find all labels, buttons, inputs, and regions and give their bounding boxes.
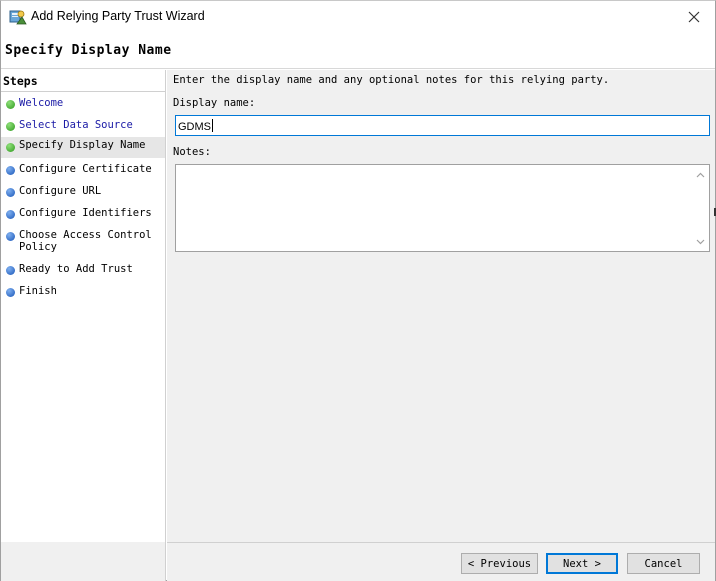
step-label: Specify Display Name [19, 139, 146, 151]
button-bar: < Previous Next > Cancel [167, 542, 715, 581]
notes-label: Notes: [173, 146, 211, 158]
scroll-down-icon[interactable] [696, 237, 705, 246]
instructions-text: Enter the display name and any optional … [173, 74, 610, 86]
step-complete-icon [6, 122, 15, 131]
step-current-icon [6, 143, 15, 152]
title-bar: Add Relying Party Trust Wizard [1, 1, 715, 33]
scroll-up-icon[interactable] [696, 170, 705, 179]
display-name-input[interactable]: GDMS [175, 115, 710, 136]
next-button[interactable]: Next > [546, 553, 618, 574]
step-label: Configure URL [19, 185, 102, 197]
window-title: Add Relying Party Trust Wizard [31, 9, 205, 23]
close-icon [688, 8, 700, 27]
step-pending-icon [6, 232, 15, 241]
steps-pane-footer [1, 542, 166, 581]
steps-heading: Steps [3, 74, 38, 88]
display-name-label: Display name: [173, 97, 256, 109]
notes-scrollbar[interactable] [692, 165, 709, 251]
step-ready-to-add-trust: Ready to Add Trust [1, 263, 165, 275]
step-finish: Finish [1, 285, 165, 297]
page-header: Specify Display Name [1, 33, 715, 69]
display-name-value: GDMS [178, 121, 211, 133]
notes-textarea[interactable] [175, 164, 710, 252]
step-pending-icon [6, 288, 15, 297]
step-configure-certificate: Configure Certificate [1, 163, 165, 175]
step-label: Finish [19, 285, 57, 297]
close-button[interactable] [679, 5, 709, 29]
step-label: Configure Certificate [19, 163, 152, 175]
steps-divider [1, 91, 166, 92]
step-choose-access-control-policy: Choose Access Control Policy [1, 229, 165, 253]
step-pending-icon [6, 266, 15, 275]
previous-button[interactable]: < Previous [461, 553, 538, 574]
step-label: Choose Access Control Policy [19, 229, 152, 253]
text-caret [212, 119, 213, 132]
wizard-window: Add Relying Party Trust Wizard Specify D… [0, 0, 716, 581]
steps-pane: Steps Welcome Select Data Source Specify… [1, 70, 166, 542]
step-pending-icon [6, 210, 15, 219]
step-specify-display-name: Specify Display Name [1, 137, 165, 158]
main-content: Enter the display name and any optional … [167, 70, 715, 542]
adfs-wizard-icon [9, 8, 27, 26]
step-complete-icon [6, 100, 15, 109]
step-welcome[interactable]: Welcome [1, 97, 165, 109]
cancel-button[interactable]: Cancel [627, 553, 700, 574]
step-label: Ready to Add Trust [19, 263, 133, 275]
step-pending-icon [6, 188, 15, 197]
page-title: Specify Display Name [5, 43, 172, 58]
step-label: Select Data Source [19, 119, 133, 131]
step-select-data-source[interactable]: Select Data Source [1, 119, 165, 131]
step-configure-url: Configure URL [1, 185, 165, 197]
step-label: Configure Identifiers [19, 207, 152, 219]
step-label: Welcome [19, 97, 64, 109]
step-pending-icon [6, 166, 15, 175]
step-configure-identifiers: Configure Identifiers [1, 207, 165, 219]
